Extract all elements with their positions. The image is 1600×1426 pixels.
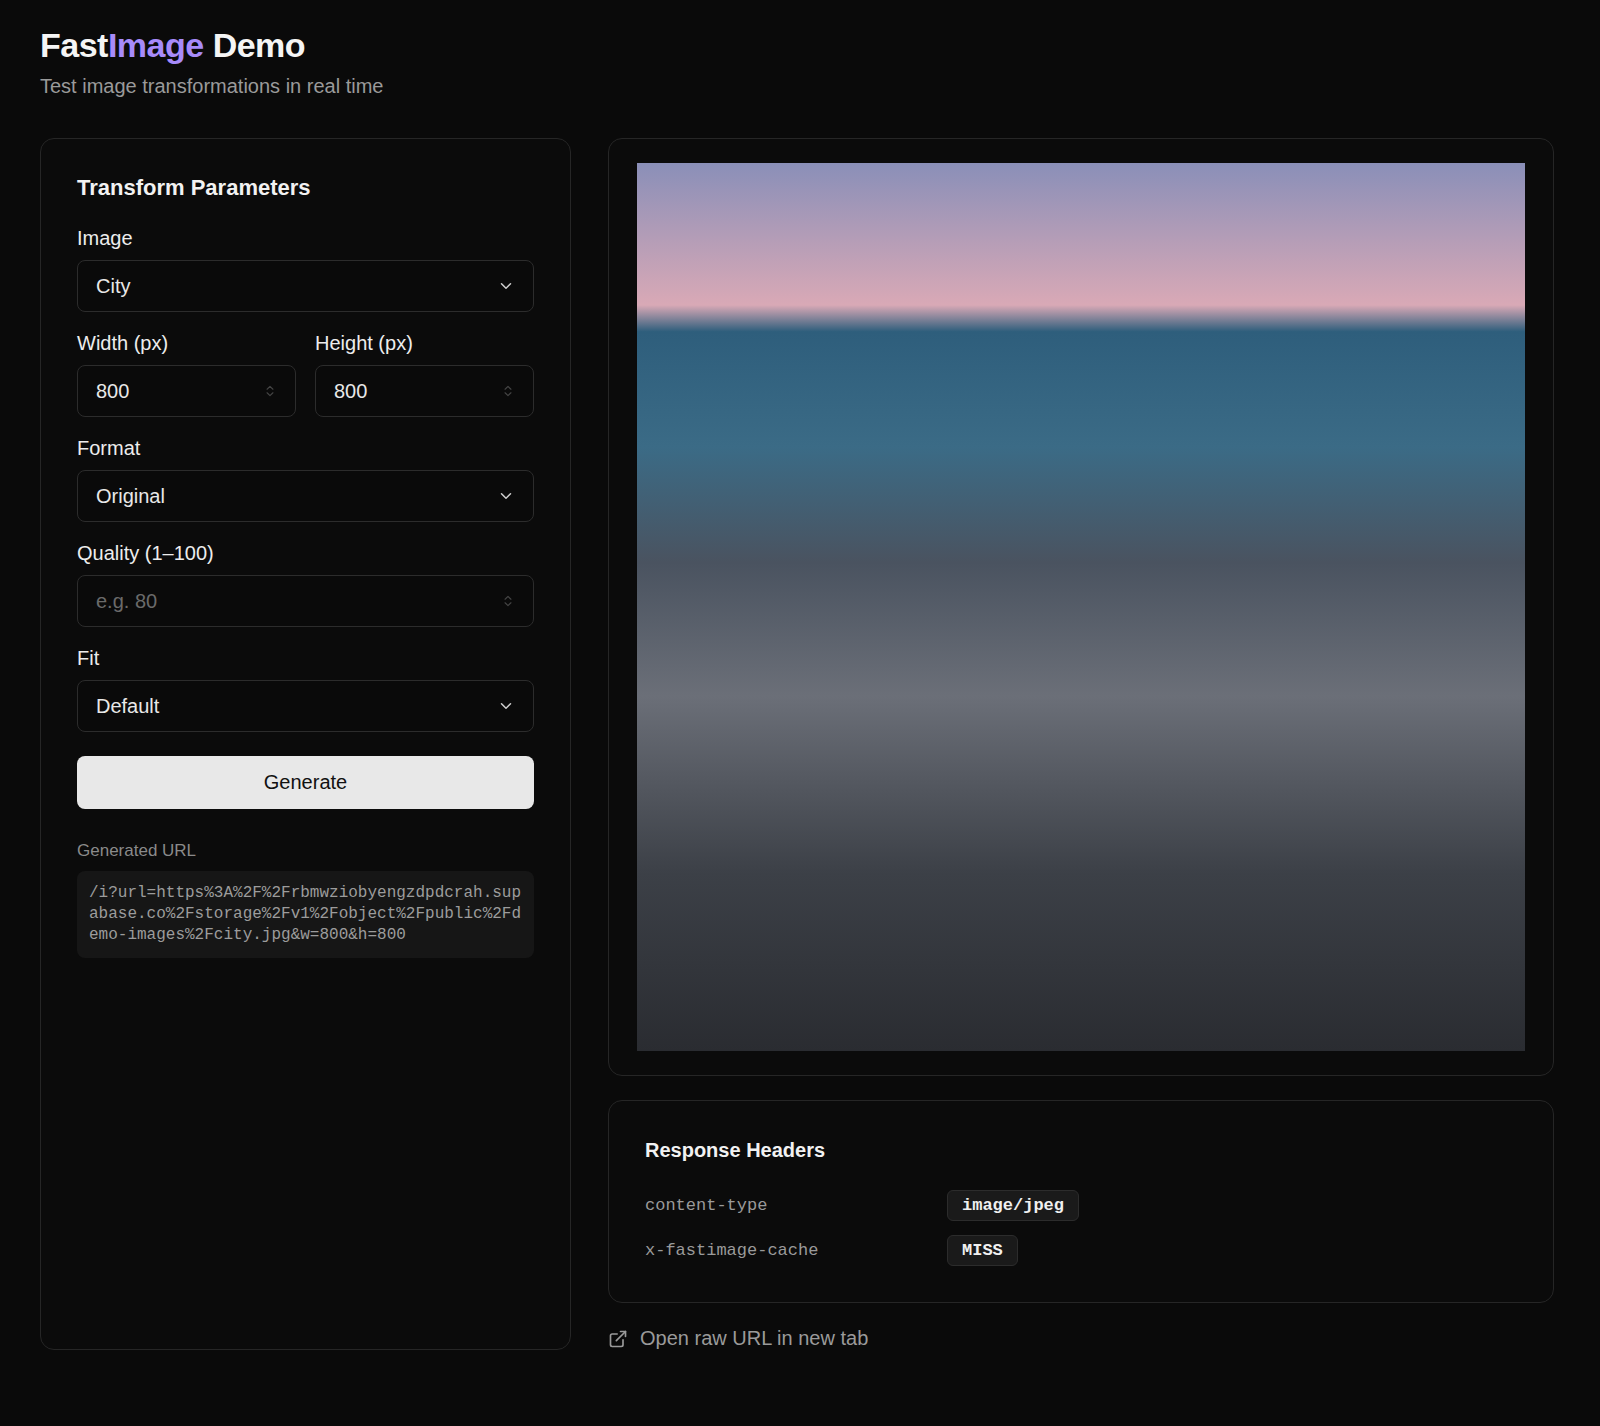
field-label: Format bbox=[77, 437, 534, 460]
main-layout: Transform Parameters Image City Width (px) 8… bbox=[40, 138, 1554, 1350]
form-card: Transform Parameters Image City Width (px) 8… bbox=[40, 138, 571, 1350]
input-value: City bbox=[96, 275, 130, 298]
select-input[interactable]: Default bbox=[77, 680, 534, 732]
field-row: Format Original bbox=[77, 437, 534, 522]
generated-url[interactable]: /i?url=https%3A%2F%2Frbmwziobyengzdpdcra… bbox=[77, 871, 534, 958]
field-label: Quality (1–100) bbox=[77, 542, 534, 565]
headers-card: Response Headers content-typeimage/jpeg x-… bbox=[608, 1100, 1554, 1303]
input-value: Default bbox=[96, 695, 159, 718]
header-value: image/jpeg bbox=[947, 1190, 1079, 1221]
field-row: Image City bbox=[77, 227, 534, 312]
header-row: x-fastimage-cacheMISS bbox=[645, 1235, 1517, 1266]
input-value: e.g. 80 bbox=[96, 590, 157, 613]
raw-url-link[interactable]: Open raw URL in new tab bbox=[608, 1327, 1554, 1350]
preview-card bbox=[608, 138, 1554, 1076]
url-label: Generated URL bbox=[77, 841, 534, 861]
header-value: MISS bbox=[947, 1235, 1018, 1266]
headers-title: Response Headers bbox=[645, 1139, 1517, 1162]
form-field: Width (px) 800 bbox=[77, 332, 296, 417]
field-row: Width (px) 800 Height (px) 800 bbox=[77, 332, 534, 417]
chevron-down-icon bbox=[497, 277, 515, 295]
field-row: Fit Default bbox=[77, 647, 534, 732]
spinner-icon[interactable] bbox=[501, 594, 515, 608]
page-title: FastImage Demo bbox=[40, 26, 1554, 65]
form-title: Transform Parameters bbox=[77, 175, 534, 201]
header-row: content-typeimage/jpeg bbox=[645, 1190, 1517, 1221]
title-part: Image bbox=[108, 26, 204, 64]
select-input[interactable]: Original bbox=[77, 470, 534, 522]
form-field: Fit Default bbox=[77, 647, 534, 732]
external-link-icon bbox=[608, 1329, 628, 1349]
page-subtitle: Test image transformations in real time bbox=[40, 75, 1554, 98]
field-label: Fit bbox=[77, 647, 534, 670]
form-field: Format Original bbox=[77, 437, 534, 522]
spinner-icon[interactable] bbox=[263, 384, 277, 398]
preview-image bbox=[637, 163, 1525, 1051]
page: FastImage DemoTest image transformations… bbox=[0, 0, 1600, 1426]
header-key: content-type bbox=[645, 1196, 947, 1215]
generate-button[interactable]: Generate bbox=[77, 756, 534, 809]
input-value: Original bbox=[96, 485, 165, 508]
number-input[interactable]: e.g. 80 bbox=[77, 575, 534, 627]
form-field: Quality (1–100) e.g. 80 bbox=[77, 542, 534, 627]
field-row: Quality (1–100) e.g. 80 bbox=[77, 542, 534, 627]
header-key: x-fastimage-cache bbox=[645, 1241, 947, 1260]
select-input[interactable]: City bbox=[77, 260, 534, 312]
chevron-down-icon bbox=[497, 697, 515, 715]
right-column: Response Headers content-typeimage/jpeg x-… bbox=[608, 138, 1554, 1350]
number-input[interactable]: 800 bbox=[77, 365, 296, 417]
field-label: Image bbox=[77, 227, 534, 250]
chevron-down-icon bbox=[497, 487, 515, 505]
input-value: 800 bbox=[334, 380, 367, 403]
spinner-icon[interactable] bbox=[501, 384, 515, 398]
field-label: Height (px) bbox=[315, 332, 534, 355]
form-field: Height (px) 800 bbox=[315, 332, 534, 417]
title-part: Fast bbox=[40, 26, 108, 64]
number-input[interactable]: 800 bbox=[315, 365, 534, 417]
form-field: Image City bbox=[77, 227, 534, 312]
title-part: Demo bbox=[204, 26, 305, 64]
input-value: 800 bbox=[96, 380, 129, 403]
field-label: Width (px) bbox=[77, 332, 296, 355]
